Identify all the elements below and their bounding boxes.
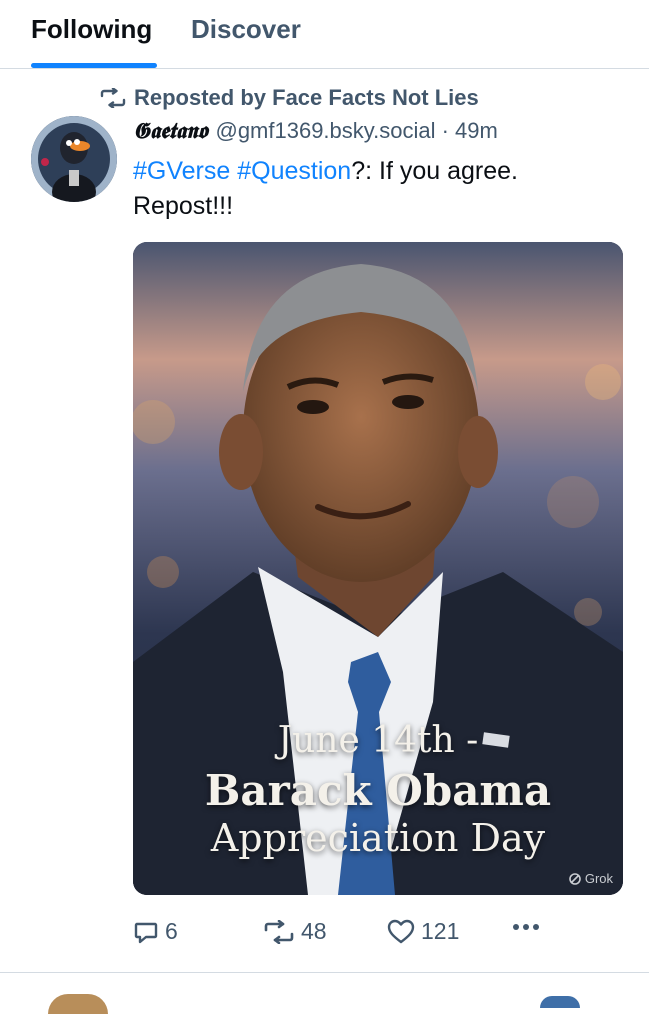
repost-label: Reposted by Face Facts Not Lies — [134, 85, 479, 110]
avatar[interactable] — [31, 116, 117, 202]
next-post-avatar-peek — [48, 994, 108, 1014]
active-tab-indicator — [31, 63, 157, 68]
more-options-button[interactable] — [511, 922, 547, 932]
image-caption-date: June 14th - — [277, 720, 479, 761]
next-post-peek — [540, 996, 580, 1008]
grok-icon — [569, 872, 581, 885]
post-image[interactable]: June 14th - Barack Obama Appreciation Da… — [133, 242, 623, 895]
like-icon — [387, 919, 415, 943]
author-handle-time[interactable]: @gmf1369.bsky.social · 49m — [215, 118, 497, 144]
repost-icon — [264, 919, 294, 944]
hashtag-gverse[interactable]: #GVerse — [133, 157, 230, 185]
reply-icon — [134, 922, 158, 943]
hashtag-question[interactable]: #Question — [237, 157, 351, 185]
more-icon — [513, 924, 539, 930]
repost-context[interactable]: Reposted by Face Facts Not Lies — [100, 85, 479, 111]
repost-button[interactable]: 48 — [263, 918, 327, 945]
repost-icon — [100, 88, 126, 108]
post-header: 𝕲𝖆𝖊𝖙𝖆𝖓𝖔 @gmf1369.bsky.social · 49m — [133, 118, 498, 144]
watermark-label: Grok — [584, 871, 613, 886]
author-display-name[interactable]: 𝕲𝖆𝖊𝖙𝖆𝖓𝖔 — [133, 118, 207, 144]
reply-button[interactable]: 6 — [133, 918, 178, 945]
tab-following[interactable]: Following — [31, 14, 152, 45]
post-divider — [0, 972, 649, 973]
grok-watermark: Grok — [568, 871, 613, 886]
image-caption-name: Barack Obama — [204, 766, 552, 815]
post-text: #GVerse #Question?: If you agree. Repost… — [133, 154, 603, 224]
feed-tabs: Following Discover — [0, 0, 649, 69]
tab-discover[interactable]: Discover — [191, 14, 301, 45]
repost-count: 48 — [301, 918, 327, 944]
reply-count: 6 — [165, 918, 178, 944]
post-actions: 6 48 121 — [133, 918, 623, 950]
like-button[interactable]: 121 — [387, 918, 459, 945]
like-count: 121 — [421, 918, 460, 944]
image-caption-title: Appreciation Day — [210, 816, 546, 860]
